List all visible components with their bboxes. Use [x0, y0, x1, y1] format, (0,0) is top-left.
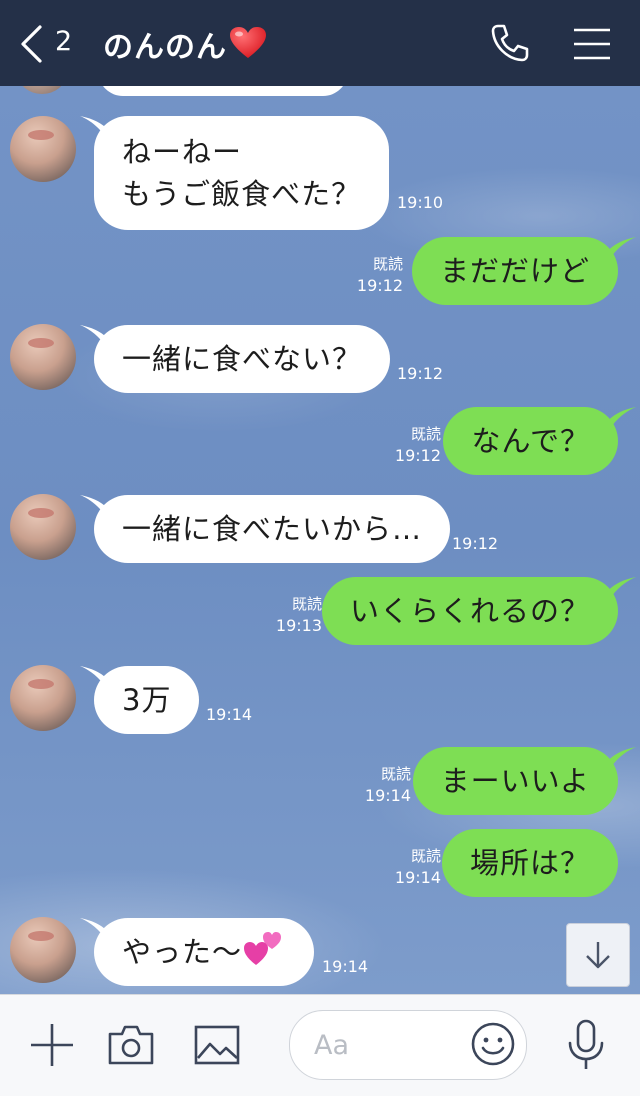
- bubble-tail: [606, 747, 636, 769]
- message-meta: 既読 19:14: [395, 846, 441, 888]
- emoji-icon[interactable]: [470, 1021, 516, 1067]
- read-receipt: 既読: [291, 595, 322, 613]
- message-input[interactable]: [312, 1023, 466, 1067]
- phone-icon[interactable]: [489, 22, 531, 64]
- microphone-icon[interactable]: [565, 1019, 607, 1071]
- read-receipt: 既読: [380, 765, 411, 783]
- red-heart-icon: [230, 27, 266, 58]
- incoming-message-bubble[interactable]: ねーねー もうご飯食べた？: [94, 116, 390, 230]
- contact-avatar[interactable]: [10, 494, 76, 560]
- back-chevron-icon[interactable]: [18, 24, 44, 64]
- message-text: 場所は？: [469, 846, 590, 880]
- message-time: 19:12: [394, 446, 441, 465]
- bubble-tail: [606, 577, 636, 599]
- outgoing-message-bubble[interactable]: いくらくれるの？: [321, 577, 618, 645]
- read-receipt: 既読: [372, 255, 403, 273]
- message-text: なんで？: [471, 424, 590, 458]
- plus-icon[interactable]: [29, 1022, 75, 1068]
- read-receipt: 既読: [410, 425, 441, 443]
- message-time: 19:10: [397, 193, 444, 212]
- message-text: 3万: [122, 683, 172, 717]
- incoming-message-bubble[interactable]: 一緒に食べたいから…: [94, 495, 451, 563]
- bubble-tail: [606, 407, 636, 429]
- message-text: 一緒に食べない？: [122, 342, 363, 376]
- bubble-tail: [606, 237, 636, 259]
- outgoing-message-bubble[interactable]: 場所は？: [441, 829, 618, 897]
- message-input-field[interactable]: [289, 1010, 527, 1080]
- message-text: やった〜: [122, 935, 243, 969]
- chat-area[interactable]: ねーねー もうご飯食べた？ 19:10 既読 19:12 まだだけど 一緒に食べ…: [0, 86, 640, 994]
- unread-count[interactable]: 2: [55, 26, 72, 57]
- previous-bubble-partial: [98, 86, 348, 96]
- message-meta: 既読 19:13: [276, 594, 322, 636]
- message-time: 19:14: [206, 705, 253, 724]
- contact-avatar[interactable]: [10, 116, 76, 182]
- message-text: 一緒に食べたいから…: [122, 512, 423, 546]
- message-time: 19:12: [397, 364, 444, 383]
- contact-avatar[interactable]: [10, 665, 76, 731]
- message-time: 19:14: [394, 868, 441, 887]
- read-receipt: 既読: [410, 847, 441, 865]
- message-text: まーいいよ: [440, 764, 590, 798]
- incoming-message-bubble[interactable]: 一緒に食べない？: [94, 325, 391, 393]
- scroll-to-bottom-button[interactable]: [566, 923, 630, 987]
- contact-avatar[interactable]: [10, 917, 76, 983]
- image-icon[interactable]: [194, 1024, 240, 1066]
- message-input-bar: [0, 994, 640, 1096]
- message-time: 19:12: [356, 276, 403, 295]
- incoming-message-bubble[interactable]: 3万: [94, 666, 200, 734]
- message-text: ねーねー もうご飯食べた？: [122, 135, 362, 211]
- message-time: 19:14: [364, 786, 411, 805]
- chat-header: 2 のんのん: [0, 0, 640, 86]
- message-meta: 既読 19:14: [365, 764, 411, 806]
- outgoing-message-bubble[interactable]: なんで？: [443, 407, 618, 475]
- two-hearts-icon: [244, 932, 282, 965]
- chat-title-text: のんのん: [103, 30, 227, 65]
- contact-avatar[interactable]: [10, 324, 76, 390]
- message-meta: 既読 19:12: [395, 424, 441, 466]
- outgoing-message-bubble[interactable]: まーいいよ: [412, 747, 618, 815]
- incoming-message-bubble[interactable]: やった〜: [94, 918, 315, 986]
- message-time: 19:14: [322, 957, 369, 976]
- message-time: 19:13: [275, 616, 322, 635]
- message-text: まだだけど: [439, 254, 590, 288]
- arrow-down-icon: [586, 942, 610, 969]
- hamburger-menu-icon[interactable]: [573, 27, 611, 61]
- message-time: 19:12: [452, 534, 499, 553]
- chat-title: のんのん: [103, 22, 267, 66]
- message-text: いくらくれるの？: [349, 594, 590, 628]
- previous-message-partial: [18, 86, 66, 94]
- message-meta: 既読 19:12: [357, 254, 403, 296]
- camera-icon[interactable]: [107, 1024, 155, 1066]
- outgoing-message-bubble[interactable]: まだだけど: [411, 237, 618, 305]
